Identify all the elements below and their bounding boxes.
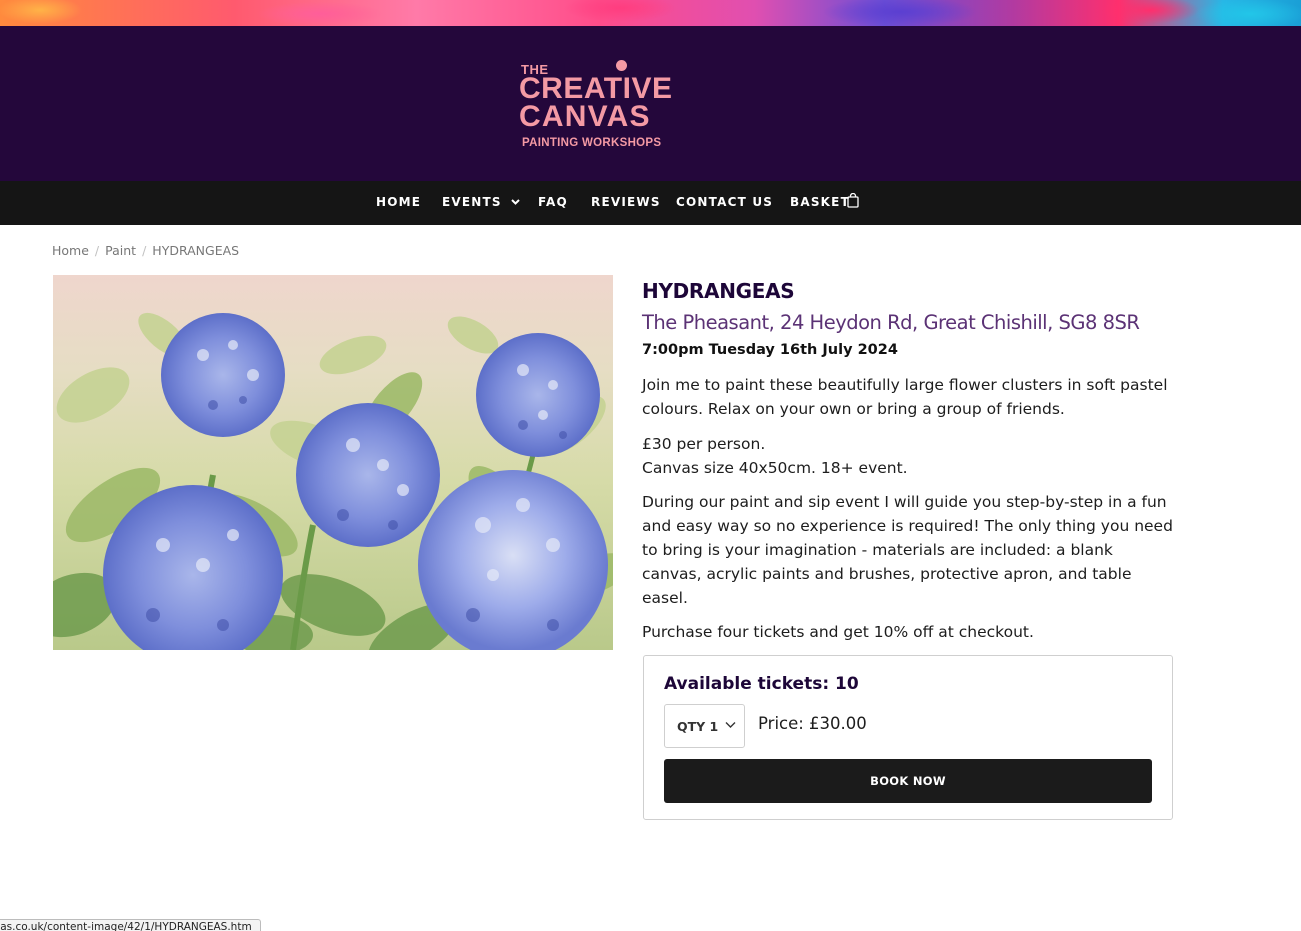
- main-nav: HOME EVENTS FAQ REVIEWS CONTACT US BASKE…: [0, 181, 1301, 225]
- breadcrumb-separator: /: [94, 243, 100, 258]
- event-intro: Join me to paint these beautifully large…: [642, 376, 1168, 418]
- event-offer: Purchase four tickets and get 10% off at…: [642, 623, 1034, 641]
- ticket-price: Price: £30.00: [758, 714, 867, 733]
- nav-reviews[interactable]: REVIEWS: [591, 195, 661, 211]
- decorative-paint-banner: [0, 0, 1301, 26]
- site-header: THE CREATIVE CANVAS PAINTING WORKSHOPS: [0, 26, 1301, 181]
- nav-basket[interactable]: BASKET: [790, 193, 859, 211]
- book-now-button[interactable]: BOOK NOW: [664, 759, 1152, 803]
- price-per-person: £30 per person.: [642, 435, 766, 453]
- nav-home[interactable]: HOME: [376, 195, 421, 211]
- product-title: HYDRANGEAS: [642, 279, 795, 303]
- booking-panel: Available tickets: 10 QTY 1 Price: £30.0…: [643, 655, 1173, 820]
- nav-events-label: EVENTS: [442, 195, 502, 209]
- nav-basket-label: BASKET: [790, 195, 850, 209]
- browser-status-url: vas.co.uk/content-image/42/1/HYDRANGEAS.…: [0, 919, 261, 931]
- shopping-bag-icon: [847, 193, 859, 208]
- site-logo[interactable]: THE CREATIVE CANVAS PAINTING WORKSHOPS: [519, 60, 672, 160]
- chevron-down-icon: [511, 197, 520, 208]
- product-image-hydrangeas[interactable]: [53, 275, 613, 650]
- nav-contact[interactable]: CONTACT US: [676, 195, 773, 211]
- nav-home-label: HOME: [376, 195, 422, 209]
- hydrangea-painting: [53, 275, 613, 650]
- nav-contact-label: CONTACT US: [676, 195, 774, 209]
- nav-reviews-label: REVIEWS: [591, 195, 661, 209]
- quantity-select[interactable]: QTY 1: [664, 704, 745, 748]
- available-tickets: Available tickets: 10: [664, 674, 859, 694]
- breadcrumb-current: HYDRANGEAS: [152, 243, 240, 258]
- event-venue: The Pheasant, 24 Heydon Rd, Great Chishi…: [642, 311, 1140, 334]
- breadcrumb: Home / Paint / HYDRANGEAS: [52, 243, 239, 258]
- logo-tagline: PAINTING WORKSHOPS: [522, 137, 662, 149]
- breadcrumb-separator: /: [142, 243, 147, 258]
- nav-faq[interactable]: FAQ: [538, 195, 568, 211]
- nav-faq-label: FAQ: [538, 195, 568, 209]
- event-datetime: 7:00pm Tuesday 16th July 2024: [642, 342, 898, 358]
- event-details: During our paint and sip event I will gu…: [642, 493, 1173, 607]
- nav-events[interactable]: EVENTS: [442, 195, 520, 211]
- chevron-down-icon: [725, 722, 736, 728]
- event-pricing-info: £30 per person. Canvas size 40x50cm. 18+…: [642, 432, 1177, 480]
- logo-line-canvas: CANVAS: [519, 100, 651, 133]
- breadcrumb-home[interactable]: Home: [52, 243, 89, 258]
- breadcrumb-paint[interactable]: Paint: [105, 243, 136, 258]
- logo-dot: [616, 60, 627, 71]
- canvas-size: Canvas size 40x50cm. 18+ event.: [642, 459, 908, 477]
- quantity-value: QTY 1: [677, 719, 719, 734]
- book-now-label: BOOK NOW: [870, 774, 946, 788]
